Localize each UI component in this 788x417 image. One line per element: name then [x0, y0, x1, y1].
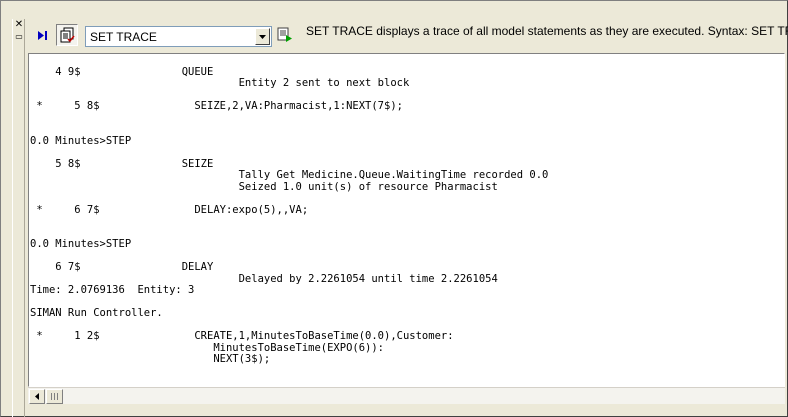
chevron-left-icon: [35, 393, 39, 400]
restore-icon[interactable]: ▭: [13, 31, 25, 43]
chevron-down-icon: [259, 34, 266, 39]
run-controller-window: ✕ ▭ SET TRACE SET TRACE displays a trace…: [0, 0, 788, 417]
horizontal-scrollbar[interactable]: [28, 387, 785, 404]
command-combo[interactable]: SET TRACE: [85, 26, 272, 47]
scroll-thumb[interactable]: [46, 389, 63, 404]
execute-command-icon: [277, 27, 292, 42]
console-text: 4 9$ QUEUE Entity 2 sent to next block *…: [30, 65, 549, 365]
execute-command-button[interactable]: [274, 24, 296, 46]
step-run-icon: [38, 30, 47, 40]
window-grip[interactable]: [12, 19, 25, 417]
console-output[interactable]: 4 9$ QUEUE Entity 2 sent to next block *…: [29, 54, 784, 386]
trace-console[interactable]: 4 9$ QUEUE Entity 2 sent to next block *…: [28, 53, 785, 387]
grip-icon: [51, 393, 58, 400]
command-value[interactable]: SET TRACE: [86, 30, 255, 44]
trace-notes-button[interactable]: [56, 24, 78, 46]
toolbar: SET TRACE SET TRACE displays a trace of …: [28, 20, 788, 52]
close-icon[interactable]: ✕: [13, 19, 25, 31]
step-run-button[interactable]: [32, 24, 54, 46]
scroll-left-button[interactable]: [29, 389, 45, 404]
trace-notes-icon: [60, 27, 75, 43]
command-hint: SET TRACE displays a trace of all model …: [306, 24, 788, 38]
combo-dropdown-button[interactable]: [255, 28, 270, 45]
